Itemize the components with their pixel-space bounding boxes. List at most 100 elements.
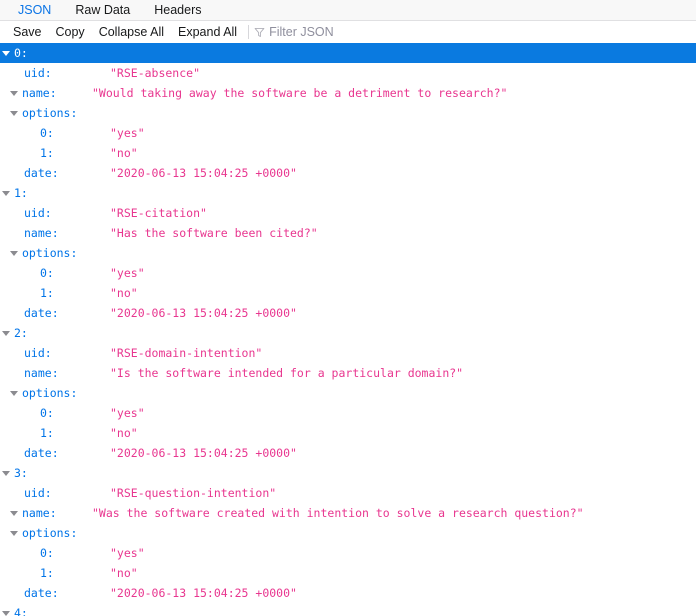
json-toolbar: Save Copy Collapse All Expand All <box>0 21 696 43</box>
array-index-label: 0: <box>40 126 54 140</box>
property-key-name: name: <box>24 226 59 240</box>
tree-row-item-1-option-1[interactable]: 1: "no" <box>0 283 696 303</box>
funnel-icon <box>254 27 265 37</box>
tree-row-item-0[interactable]: 0: <box>0 43 696 63</box>
property-value-date: "2020-06-13 15:04:25 +0000" <box>110 306 297 320</box>
property-key-uid: uid: <box>24 66 52 80</box>
property-key-uid: uid: <box>24 206 52 220</box>
property-key-date: date: <box>24 306 59 320</box>
tree-row-item-0-uid[interactable]: uid: "RSE-absence" <box>0 63 696 83</box>
tree-row-item-2-options[interactable]: options: <box>0 383 696 403</box>
option-value: "no" <box>110 286 138 300</box>
expander-triangle-icon[interactable] <box>0 463 14 483</box>
tree-row-item-2-option-0[interactable]: 0: "yes" <box>0 403 696 423</box>
tree-row-item-0-option-1[interactable]: 1: "no" <box>0 143 696 163</box>
tree-row-item-3-option-1[interactable]: 1: "no" <box>0 563 696 583</box>
property-value-name: "Was the software created with intention… <box>92 506 584 520</box>
tree-row-item-3-option-0[interactable]: 0: "yes" <box>0 543 696 563</box>
tree-row-item-2-option-1[interactable]: 1: "no" <box>0 423 696 443</box>
tree-row-item-1-name[interactable]: name: "Has the software been cited?" <box>0 223 696 243</box>
expander-triangle-icon[interactable] <box>8 243 22 263</box>
expander-triangle-icon[interactable] <box>8 83 22 103</box>
tree-row-item-1[interactable]: 1: <box>0 183 696 203</box>
tree-row-item-4[interactable]: 4: <box>0 603 696 616</box>
filter-json-input[interactable] <box>269 24 430 40</box>
expander-triangle-icon[interactable] <box>0 603 14 616</box>
toolbar-divider <box>248 25 250 39</box>
property-value-name: "Has the software been cited?" <box>110 226 318 240</box>
filter-json-group <box>254 23 696 41</box>
copy-button[interactable]: Copy <box>49 22 92 42</box>
tree-row-item-2-date[interactable]: date: "2020-06-13 15:04:25 +0000" <box>0 443 696 463</box>
expander-triangle-icon[interactable] <box>8 103 22 123</box>
tree-row-item-2[interactable]: 2: <box>0 323 696 343</box>
array-index-label: 0: <box>40 546 54 560</box>
option-value: "no" <box>110 426 138 440</box>
property-value-uid: "RSE-absence" <box>110 66 201 80</box>
tree-row-item-3-name[interactable]: name: "Was the software created with int… <box>0 503 696 523</box>
array-index-label: 0: <box>40 406 54 420</box>
collapse-all-button[interactable]: Collapse All <box>92 22 171 42</box>
property-value-date: "2020-06-13 15:04:25 +0000" <box>110 586 297 600</box>
property-value-uid: "RSE-domain-intention" <box>110 346 263 360</box>
tree-row-item-1-option-0[interactable]: 0: "yes" <box>0 263 696 283</box>
json-tree-panel[interactable]: 0: uid: "RSE-absence" name: "Would takin… <box>0 43 696 616</box>
array-index-label: 1: <box>40 566 54 580</box>
tree-row-item-0-option-0[interactable]: 0: "yes" <box>0 123 696 143</box>
option-value: "yes" <box>110 266 145 280</box>
array-index-label: 1: <box>40 286 54 300</box>
property-key-date: date: <box>24 166 59 180</box>
option-value: "no" <box>110 566 138 580</box>
expander-triangle-icon[interactable] <box>8 383 22 403</box>
property-key-date: date: <box>24 586 59 600</box>
option-value: "yes" <box>110 546 145 560</box>
property-key-options: options: <box>22 526 78 540</box>
tree-row-item-3-options[interactable]: options: <box>0 523 696 543</box>
property-value-name: "Is the software intended for a particul… <box>110 366 464 380</box>
option-value: "yes" <box>110 406 145 420</box>
array-index-label: 1: <box>14 186 28 200</box>
tree-row-item-0-date[interactable]: date: "2020-06-13 15:04:25 +0000" <box>0 163 696 183</box>
property-key-options: options: <box>22 246 78 260</box>
tree-row-item-2-name[interactable]: name: "Is the software intended for a pa… <box>0 363 696 383</box>
property-key-name: name: <box>22 86 57 100</box>
tree-row-item-3-uid[interactable]: uid: "RSE-question-intention" <box>0 483 696 503</box>
tree-row-item-1-options[interactable]: options: <box>0 243 696 263</box>
property-key-options: options: <box>22 386 78 400</box>
expand-all-button[interactable]: Expand All <box>171 22 244 42</box>
tab-headers[interactable]: Headers <box>142 0 213 20</box>
tab-json[interactable]: JSON <box>6 0 63 20</box>
tab-raw-data[interactable]: Raw Data <box>63 0 142 20</box>
expander-triangle-icon[interactable] <box>0 183 14 203</box>
option-value: "no" <box>110 146 138 160</box>
property-value-date: "2020-06-13 15:04:25 +0000" <box>110 166 297 180</box>
tree-row-item-0-name[interactable]: name: "Would taking away the software be… <box>0 83 696 103</box>
expander-triangle-icon[interactable] <box>0 323 14 343</box>
expander-triangle-icon[interactable] <box>0 43 14 63</box>
save-button[interactable]: Save <box>6 22 49 42</box>
property-key-name: name: <box>22 506 57 520</box>
property-key-uid: uid: <box>24 486 52 500</box>
property-value-uid: "RSE-citation" <box>110 206 207 220</box>
tree-row-item-2-uid[interactable]: uid: "RSE-domain-intention" <box>0 343 696 363</box>
array-index-label: 0: <box>40 266 54 280</box>
array-index-label: 0: <box>14 46 28 60</box>
array-index-label: 2: <box>14 326 28 340</box>
array-index-label: 3: <box>14 466 28 480</box>
tree-row-item-3-date[interactable]: date: "2020-06-13 15:04:25 +0000" <box>0 583 696 603</box>
array-index-label: 1: <box>40 146 54 160</box>
viewer-tabbar: JSON Raw Data Headers <box>0 0 696 21</box>
array-index-label: 1: <box>40 426 54 440</box>
property-key-date: date: <box>24 446 59 460</box>
property-value-date: "2020-06-13 15:04:25 +0000" <box>110 446 297 460</box>
tree-row-item-0-options[interactable]: options: <box>0 103 696 123</box>
expander-triangle-icon[interactable] <box>8 523 22 543</box>
tree-row-item-1-date[interactable]: date: "2020-06-13 15:04:25 +0000" <box>0 303 696 323</box>
tree-row-item-3[interactable]: 3: <box>0 463 696 483</box>
property-value-uid: "RSE-question-intention" <box>110 486 277 500</box>
property-value-name: "Would taking away the software be a det… <box>92 86 508 100</box>
array-index-label: 4: <box>14 606 28 616</box>
property-key-options: options: <box>22 106 78 120</box>
tree-row-item-1-uid[interactable]: uid: "RSE-citation" <box>0 203 696 223</box>
expander-triangle-icon[interactable] <box>8 503 22 523</box>
